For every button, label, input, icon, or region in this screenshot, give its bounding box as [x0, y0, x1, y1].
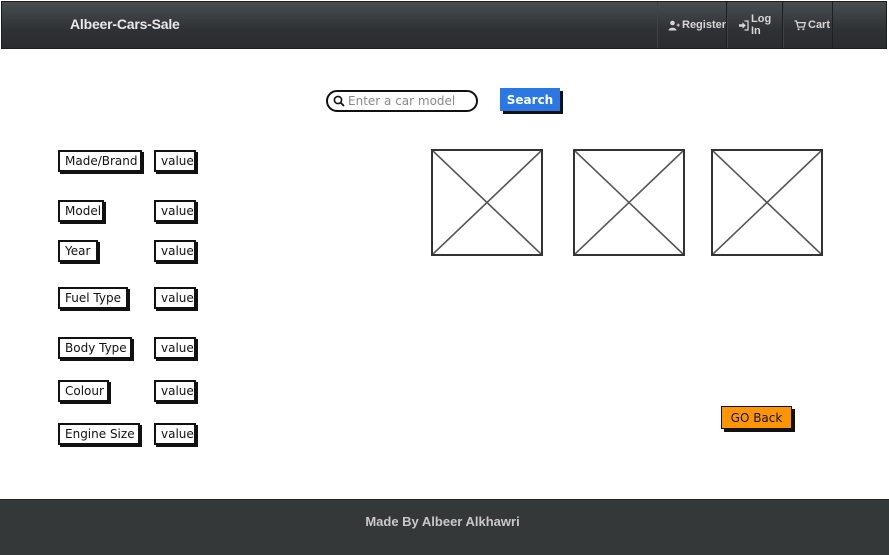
user-add-icon — [668, 20, 680, 31]
cart-icon — [794, 19, 806, 31]
brand-logo-text[interactable]: Albeer-Cars-Sale — [70, 16, 180, 32]
spec-label-year: Year — [58, 240, 98, 262]
car-image-2[interactable] — [573, 149, 685, 256]
search-icon — [333, 95, 345, 107]
spec-label-colour: Colour — [58, 380, 109, 402]
spec-label-engine-size: Engine Size — [58, 423, 140, 445]
image-placeholder-icon — [433, 151, 541, 254]
spec-label-fuel-type: Fuel Type — [58, 287, 128, 309]
spec-value-fuel-type: value — [154, 287, 196, 309]
image-placeholder-icon — [713, 151, 821, 254]
spec-value-year: value — [154, 240, 196, 262]
nav-cart-label: Cart — [808, 19, 831, 31]
page-footer: Made By Albeer Alkhawri — [0, 499, 889, 555]
spec-value-model: value — [154, 200, 196, 222]
car-image-1[interactable] — [431, 149, 543, 256]
search-box — [326, 90, 478, 112]
search-button[interactable]: Search — [500, 88, 560, 111]
spec-value-colour: value — [154, 380, 196, 402]
image-placeholder-icon — [575, 151, 683, 254]
spec-label-body-type: Body Type — [58, 337, 132, 359]
spec-label-model: Model — [58, 200, 104, 222]
spec-value-made-brand: value — [154, 150, 196, 172]
nav-login-link[interactable]: Log In — [727, 2, 783, 48]
spec-value-body-type: value — [154, 337, 196, 359]
nav-register-link[interactable]: Register — [657, 2, 727, 48]
go-back-button[interactable]: GO Back — [721, 406, 792, 429]
car-image-3[interactable] — [711, 149, 823, 256]
footer-credit: Made By Albeer Alkhawri — [365, 514, 520, 529]
top-navbar: Albeer-Cars-Sale Register Log In Cart — [1, 1, 887, 49]
spec-label-made-brand: Made/Brand — [58, 150, 142, 172]
nav-cart-link[interactable]: Cart — [783, 2, 833, 48]
login-icon — [738, 19, 749, 31]
search-input[interactable] — [348, 94, 466, 108]
spec-value-engine-size: value — [154, 423, 196, 445]
nav-register-label: Register — [682, 19, 727, 31]
nav-login-label: Log In — [751, 13, 772, 37]
